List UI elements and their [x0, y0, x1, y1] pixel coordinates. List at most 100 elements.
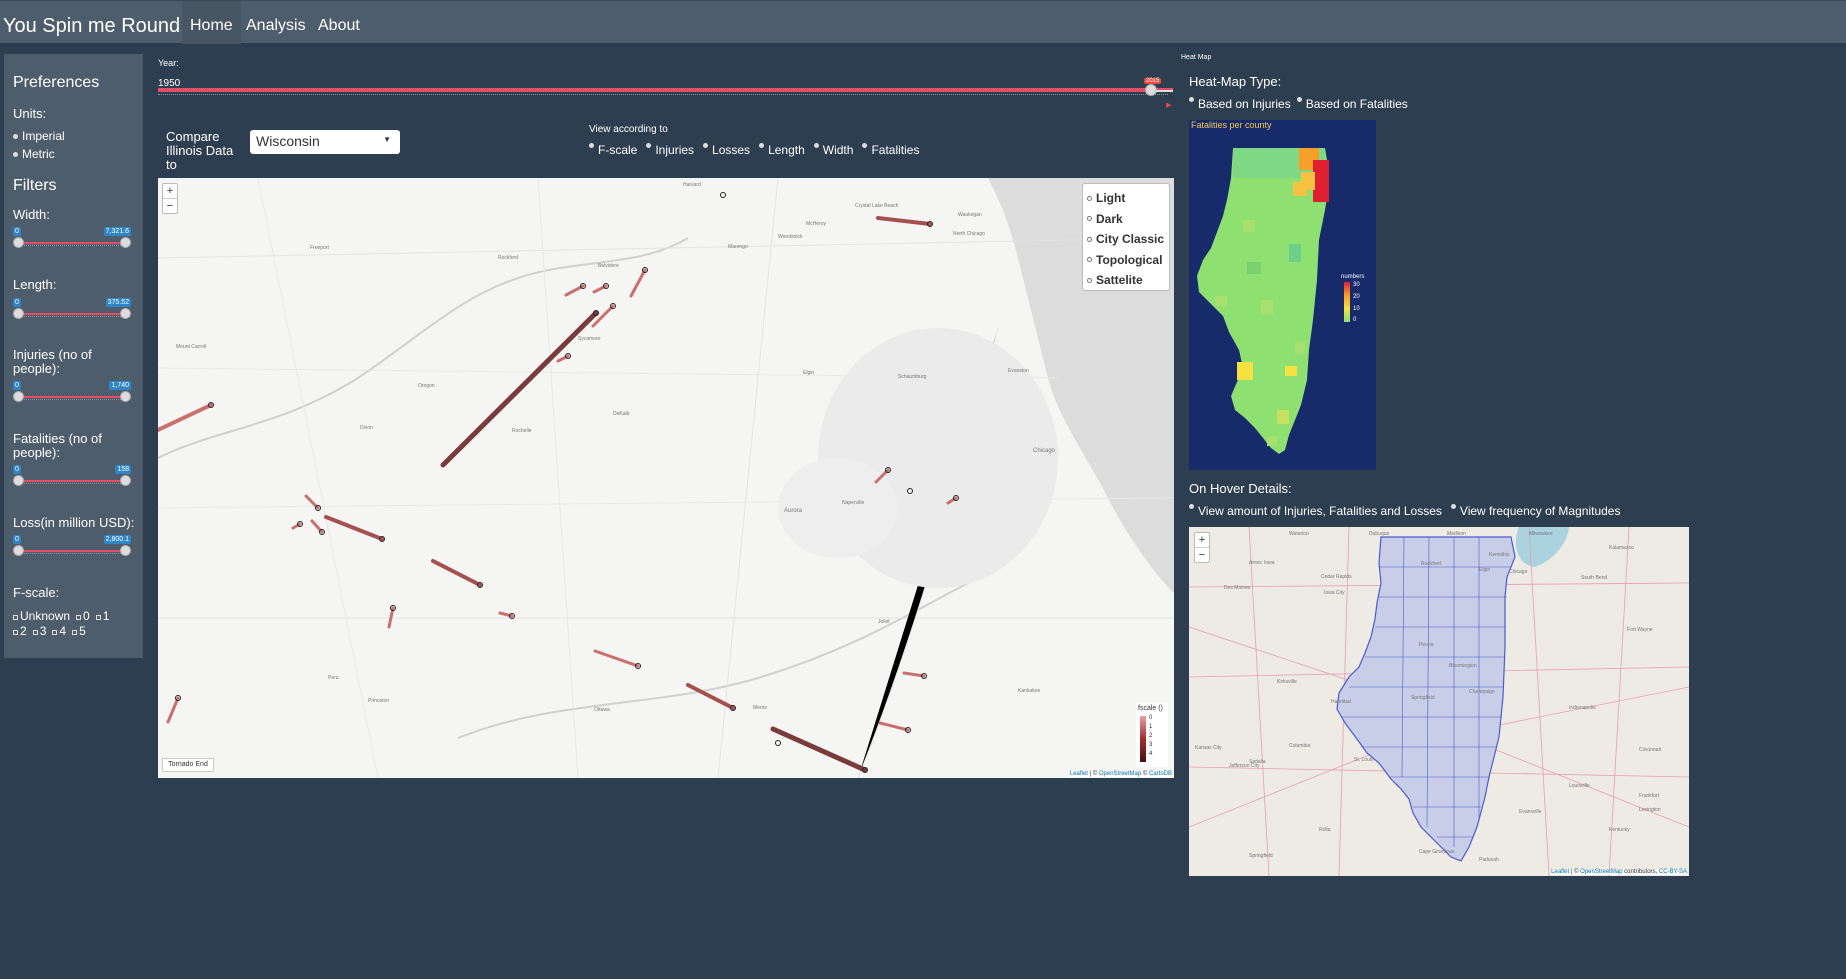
view-radio-width[interactable]: Width — [813, 143, 853, 157]
tab-about[interactable]: About — [310, 1, 368, 44]
tab-analysis[interactable]: Analysis — [238, 1, 314, 44]
place-label: Peru — [328, 675, 339, 681]
fscale-legend: fscale () 0 1 2 3 4 — [1136, 703, 1168, 767]
place-label: Elgin — [803, 370, 815, 376]
layer-radio-satellite[interactable]: Sattelite — [1087, 270, 1165, 291]
osm-link[interactable]: OpenStreetMap — [1099, 771, 1141, 777]
zoom-out-button[interactable]: − — [163, 198, 177, 213]
cc-link[interactable]: CC-BY-SA — [1659, 869, 1687, 875]
tornado-end-legend: Tornado End — [162, 758, 214, 772]
map2-zoom-out-button[interactable]: − — [1195, 547, 1209, 562]
place-label: Joliet — [878, 619, 890, 625]
place-label: Woodstock — [778, 234, 803, 240]
loss-slider[interactable]: 0 2,800.1 — [13, 535, 131, 559]
place-label: Kirksville — [1277, 679, 1297, 685]
fscale-checkbox-2[interactable]: 2 — [13, 624, 27, 638]
radio-icon — [13, 151, 18, 157]
view-radio-fscale[interactable]: F-scale — [589, 143, 637, 157]
width-max-handle[interactable] — [120, 237, 131, 248]
loss-min-handle[interactable] — [13, 545, 24, 556]
place-label: Aurora — [784, 508, 803, 514]
place-label: Princeton — [368, 698, 390, 704]
tornado-map[interactable]: Harvard Crystal Lake Beach Waukegan Rock… — [158, 178, 1174, 778]
compare-selected: Wisconsin — [256, 133, 320, 149]
length-max: 375.52 — [105, 298, 131, 307]
place-label: Paducah — [1479, 857, 1499, 863]
injuries-label: Injuries (no of people): — [13, 347, 92, 376]
layer-radio-topological[interactable]: Topological — [1087, 250, 1165, 271]
place-label: Freeport — [310, 245, 329, 251]
units-radio-metric[interactable]: Metric — [13, 147, 55, 161]
place-label: Peoria — [1419, 642, 1434, 648]
place-label: Dubuque — [1369, 531, 1390, 537]
injuries-max: 1,740 — [109, 381, 131, 390]
place-label: Kalamazoo — [1609, 545, 1635, 551]
heatmap-radio-fatalities[interactable]: Based on Fatalities — [1296, 97, 1408, 111]
layer-radio-light[interactable]: Light — [1087, 188, 1165, 209]
compare-state-select[interactable]: Wisconsin ▼ — [250, 130, 400, 154]
county-hover-map[interactable]: + − Waterloo Dubuque Madison Milwaukee K… — [1189, 527, 1689, 876]
fatalities-max-handle[interactable] — [120, 475, 131, 486]
fscale-checkbox-unknown[interactable]: Unknown — [13, 609, 70, 623]
injuries-min-handle[interactable] — [13, 391, 24, 402]
injuries-slider[interactable]: 0 1,740 — [13, 381, 131, 405]
fscale-checkbox-5[interactable]: 5 — [72, 624, 86, 638]
place-label: Morris — [753, 705, 767, 711]
fatalities-slider[interactable]: 0 158 — [13, 465, 131, 489]
place-label: Crystal Lake Beach — [855, 203, 899, 209]
length-min-handle[interactable] — [13, 308, 24, 319]
hover-radio-amounts[interactable]: View amount of Injuries, Fatalities and … — [1189, 504, 1442, 518]
place-label: North Chicago — [953, 231, 985, 237]
length-max-handle[interactable] — [120, 308, 131, 319]
zoom-in-button[interactable]: + — [163, 184, 177, 198]
loss-max: 2,800.1 — [103, 535, 131, 544]
layer-radio-city-classic[interactable]: City Classic — [1087, 229, 1165, 250]
length-slider[interactable]: 0 375.52 — [13, 298, 131, 322]
place-label: Schaumburg — [898, 374, 927, 380]
filters-heading: Filters — [13, 177, 57, 194]
fatalities-heatmap[interactable]: Fatalities per county numbers 30 20 10 0 — [1189, 120, 1376, 470]
leaflet-link[interactable]: Leaflet — [1551, 869, 1569, 875]
place-label: Harvard — [683, 182, 701, 188]
play-icon[interactable]: ▶ — [1166, 101, 1171, 109]
fatalities-min-handle[interactable] — [13, 475, 24, 486]
heatmap-radio-injuries[interactable]: Based on Injuries — [1189, 97, 1291, 111]
radio-label: Imperial — [22, 129, 65, 143]
heatmap-legend-title: numbers — [1341, 274, 1365, 280]
place-label: Rockford — [498, 255, 519, 261]
view-according-label: View according to — [589, 124, 668, 135]
width-slider[interactable]: 0 7,321.6 — [13, 227, 131, 251]
fscale-checkbox-0[interactable]: 0 — [76, 609, 90, 623]
place-label: Springfield — [1249, 853, 1273, 859]
view-radio-fatalities[interactable]: Fatalities — [862, 143, 919, 157]
fscale-checkbox-1[interactable]: 1 — [95, 609, 109, 623]
app-brand[interactable]: You Spin me Round! — [3, 15, 186, 38]
osm-link[interactable]: OpenStreetMap — [1580, 869, 1622, 875]
heatmap-legend-gradient — [1344, 282, 1350, 322]
width-min-handle[interactable] — [13, 237, 24, 248]
fscale-checkbox-4[interactable]: 4 — [52, 624, 66, 638]
hover-radio-magnitudes[interactable]: View frequency of Magnitudes — [1450, 504, 1620, 518]
fatalities-max: 158 — [115, 465, 131, 474]
fscale-checkbox-3[interactable]: 3 — [32, 624, 46, 638]
place-label: Evansville — [1519, 809, 1542, 815]
carto-link[interactable]: CartoDB — [1149, 771, 1172, 777]
year-slider-track[interactable] — [158, 88, 1173, 92]
length-label: Length: — [13, 277, 57, 292]
view-radio-losses[interactable]: Losses — [703, 143, 750, 157]
year-max-value: 2015 — [1144, 78, 1162, 84]
injuries-max-handle[interactable] — [120, 391, 131, 402]
place-label: Chicago — [1033, 448, 1056, 454]
units-radio-imperial[interactable]: Imperial — [13, 129, 65, 143]
leaflet-link[interactable]: Leaflet — [1070, 771, 1088, 777]
place-label: Rochelle — [512, 428, 532, 434]
layer-radio-dark[interactable]: Dark — [1087, 209, 1165, 230]
heatmap-legend-value: 20 — [1353, 294, 1360, 300]
preferences-heading: Preferences — [13, 74, 100, 91]
tab-home[interactable]: Home — [182, 1, 241, 44]
place-label: St. Louis — [1354, 757, 1374, 763]
view-radio-length[interactable]: Length — [759, 143, 805, 157]
view-radio-injuries[interactable]: Injuries — [646, 143, 694, 157]
loss-max-handle[interactable] — [120, 545, 131, 556]
map2-zoom-in-button[interactable]: + — [1195, 533, 1209, 547]
